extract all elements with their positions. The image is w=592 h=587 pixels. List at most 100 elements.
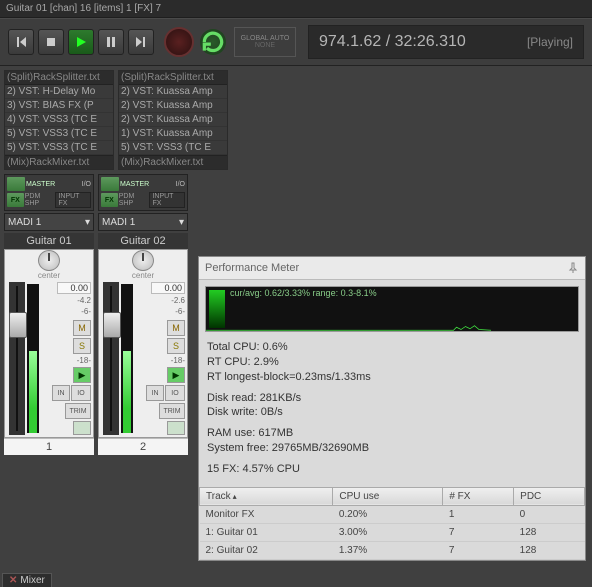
record-button[interactable] — [164, 27, 194, 57]
system-free: System free: 29765MB/32690MB — [207, 441, 577, 456]
fx-slot[interactable]: 4) VST: VSS3 (TC E — [5, 113, 113, 127]
playback-status: [Playing] — [527, 35, 573, 49]
transport-bar: GLOBAL AUTO NONE 974.1.62 / 32:26.310 [P… — [0, 18, 592, 66]
envelope-button[interactable] — [167, 421, 185, 435]
global-auto-label: GLOBAL AUTO — [241, 35, 290, 42]
total-cpu: Total CPU: 0.6% — [207, 340, 577, 355]
in-button[interactable]: IN — [146, 385, 164, 401]
fader-track — [9, 282, 25, 435]
col-nfx[interactable]: # FX — [443, 487, 514, 505]
fx-monitor-button[interactable]: FX — [101, 193, 118, 207]
cpu-graph: cur/avg: 0.62/3.33% range: 0.3-8.1% — [205, 286, 579, 332]
fx-chain-area: (Split)RackSplitter.txt 2) VST: H-Delay … — [0, 66, 592, 170]
fx-chain-header: (Split)RackSplitter.txt — [5, 71, 113, 85]
track-number[interactable]: 1 — [4, 438, 94, 455]
strip-body: center 0.00 -4.2 -6- M S -18- ▶ INIO TRI… — [4, 249, 94, 438]
fx-monitor-button[interactable]: FX — [7, 193, 24, 207]
input-fx-button[interactable]: INPUT FX — [149, 192, 185, 208]
mixer-tab[interactable]: ✕ Mixer — [2, 573, 52, 587]
col-track[interactable]: Track▴ — [200, 487, 333, 505]
performance-table[interactable]: Track▴ CPU use # FX PDC Monitor FX0.20%1… — [199, 487, 585, 560]
fx-slot[interactable]: 5) VST: VSS3 (TC E — [5, 141, 113, 155]
table-row[interactable]: Monitor FX0.20%10 — [200, 505, 585, 523]
repeat-button[interactable] — [200, 29, 226, 55]
input-fx-button[interactable]: INPUT FX — [55, 192, 91, 208]
disk-write: Disk write: 0B/s — [207, 405, 577, 420]
fx-slot[interactable]: 1) VST: Kuassa Amp — [119, 127, 227, 141]
peak-readout: -2.6 — [171, 296, 185, 305]
track-name[interactable]: Guitar 01 — [4, 233, 94, 249]
col-cpu[interactable]: CPU use — [333, 487, 443, 505]
trim-button[interactable]: TRIM — [65, 403, 91, 419]
mixer-strip: MASTERI/O FX PDM SHP INPUT FX MADI 1▾ Gu… — [98, 174, 188, 455]
fx-chain-header: (Split)RackSplitter.txt — [119, 71, 227, 85]
volume-fader[interactable] — [103, 312, 121, 338]
io-route-dropdown[interactable]: MADI 1▾ — [98, 213, 188, 231]
pan-section: center — [99, 250, 187, 280]
tab-label: Mixer — [20, 575, 44, 586]
in-button[interactable]: IN — [52, 385, 70, 401]
fx-chain-footer: (Mix)RackMixer.txt — [119, 155, 227, 169]
stop-button[interactable] — [38, 29, 64, 55]
pan-knob[interactable] — [38, 250, 60, 271]
record-arm-button[interactable]: ▶ — [167, 367, 185, 383]
pan-section: center — [5, 250, 93, 280]
cpu-bar-graph — [209, 290, 225, 328]
fx-button[interactable] — [7, 177, 25, 191]
mixer-strip: MASTERI/O FX PDM SHP INPUT FX MADI 1▾ Gu… — [4, 174, 94, 455]
fx-cpu: 15 FX: 4.57% CPU — [207, 462, 577, 477]
mute-button[interactable]: M — [73, 320, 91, 336]
fx-slot[interactable]: 2) VST: Kuassa Amp — [119, 99, 227, 113]
envelope-button[interactable] — [73, 421, 91, 435]
pan-label: center — [132, 271, 154, 280]
routing-section: MASTERI/O FX PDM SHP INPUT FX — [4, 174, 94, 211]
pin-icon[interactable] — [567, 262, 579, 274]
fx-chain-track-1[interactable]: (Split)RackSplitter.txt 2) VST: H-Delay … — [4, 70, 114, 170]
record-arm-button[interactable]: ▶ — [73, 367, 91, 383]
timecode-display[interactable]: 974.1.62 / 32:26.310 [Playing] — [308, 25, 584, 59]
track-name[interactable]: Guitar 02 — [98, 233, 188, 249]
fx-slot[interactable]: 2) VST: Kuassa Amp — [119, 113, 227, 127]
go-to-start-button[interactable] — [8, 29, 34, 55]
volume-readout[interactable]: 0.00 — [151, 282, 185, 294]
performance-meter-titlebar[interactable]: Performance Meter — [199, 257, 585, 280]
performance-table-body: Monitor FX0.20%101: Guitar 013.00%71282:… — [200, 505, 585, 559]
window-title: Performance Meter — [205, 262, 299, 274]
pan-knob[interactable] — [132, 250, 154, 271]
routing-section: MASTERI/O FX PDM SHP INPUT FX — [98, 174, 188, 211]
play-button[interactable] — [68, 29, 94, 55]
go-to-end-button[interactable] — [128, 29, 154, 55]
solo-button[interactable]: S — [167, 338, 185, 354]
fx-button[interactable] — [101, 177, 119, 191]
io-button[interactable]: IO — [165, 385, 185, 401]
trim-button[interactable]: TRIM — [159, 403, 185, 419]
io-button[interactable]: IO — [71, 385, 91, 401]
level-meter — [121, 284, 133, 433]
fx-slot[interactable]: 2) VST: H-Delay Mo — [5, 85, 113, 99]
fx-slot[interactable]: 2) VST: Kuassa Amp — [119, 85, 227, 99]
performance-stats: Total CPU: 0.6% RT CPU: 2.9% RT longest-… — [199, 338, 585, 483]
col-pdc[interactable]: PDC — [514, 487, 585, 505]
fx-slot[interactable]: 3) VST: BIAS FX (P — [5, 99, 113, 113]
close-icon[interactable]: ✕ — [9, 575, 17, 586]
pan-label: center — [38, 271, 60, 280]
peak-readout: -4.2 — [77, 296, 91, 305]
pause-button[interactable] — [98, 29, 124, 55]
fx-slot[interactable]: 5) VST: VSS3 (TC E — [119, 141, 227, 155]
ram-use: RAM use: 617MB — [207, 426, 577, 441]
solo-button[interactable]: S — [73, 338, 91, 354]
mute-button[interactable]: M — [167, 320, 185, 336]
cpu-history-line — [206, 325, 491, 331]
fx-slot[interactable]: 5) VST: VSS3 (TC E — [5, 127, 113, 141]
table-row[interactable]: 2: Guitar 021.37%7128 — [200, 541, 585, 559]
global-automation-box[interactable]: GLOBAL AUTO NONE — [234, 27, 296, 57]
fader-track — [103, 282, 119, 435]
volume-readout[interactable]: 0.00 — [57, 282, 91, 294]
performance-meter-window[interactable]: Performance Meter cur/avg: 0.62/3.33% ra… — [198, 256, 586, 561]
io-route-dropdown[interactable]: MADI 1▾ — [4, 213, 94, 231]
track-number[interactable]: 2 — [98, 438, 188, 455]
fx-chain-track-2[interactable]: (Split)RackSplitter.txt 2) VST: Kuassa A… — [118, 70, 228, 170]
volume-fader[interactable] — [9, 312, 27, 338]
fx-chain-footer: (Mix)RackMixer.txt — [5, 155, 113, 169]
table-row[interactable]: 1: Guitar 013.00%7128 — [200, 523, 585, 541]
